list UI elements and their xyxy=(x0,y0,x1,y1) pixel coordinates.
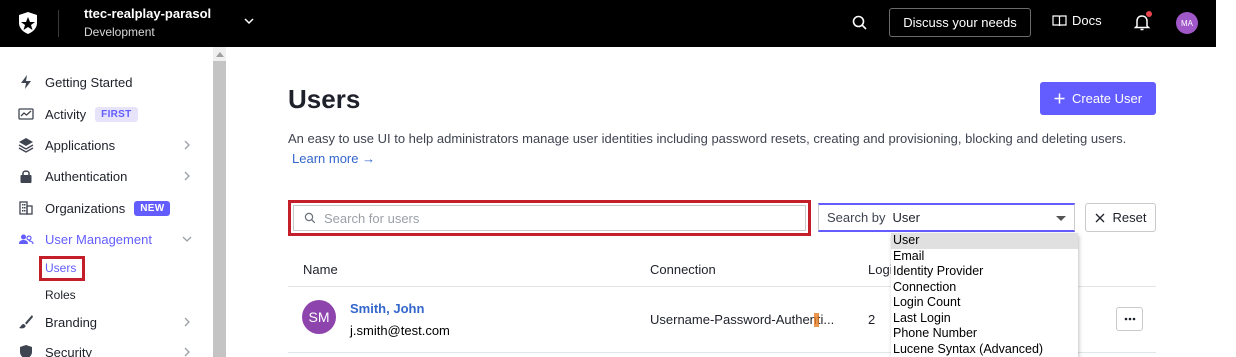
auth0-dashboard: { "topbar": { "tenant_name": "ttec-realp… xyxy=(0,0,1236,357)
reset-label: Reset xyxy=(1112,210,1147,225)
row-actions-button[interactable] xyxy=(1116,307,1143,331)
create-user-label: Create User xyxy=(1071,91,1143,106)
learn-more-link[interactable]: Learn more → xyxy=(292,151,375,166)
search-icon xyxy=(304,212,316,224)
first-badge: FIRST xyxy=(95,106,138,122)
user-avatar[interactable]: MA xyxy=(1176,12,1198,34)
user-row-avatar: SM xyxy=(302,300,336,334)
caret-down-icon xyxy=(1056,216,1066,221)
bolt-icon xyxy=(21,75,31,89)
column-header-name[interactable]: Name xyxy=(303,262,338,277)
scroll-up-arrow-icon[interactable] xyxy=(216,52,224,57)
users-icon xyxy=(19,234,34,245)
sidebar-item-branding[interactable]: Branding xyxy=(18,311,198,333)
plus-icon xyxy=(1054,93,1065,104)
sidebar-item-label: Organizations xyxy=(45,200,126,216)
book-icon xyxy=(1052,15,1067,27)
chevron-down-icon[interactable] xyxy=(243,15,255,27)
dropdown-option[interactable]: Lucene Syntax (Advanced) xyxy=(891,342,1078,357)
lock-icon xyxy=(20,170,32,183)
sidebar-item-label: Getting Started xyxy=(45,74,133,90)
user-email: j.smith@test.com xyxy=(350,323,450,338)
sidebar-item-label: Authentication xyxy=(45,168,128,184)
create-user-button[interactable]: Create User xyxy=(1040,82,1156,115)
dropdown-option[interactable]: User xyxy=(891,233,1078,249)
sidebar-subitem-roles[interactable]: Roles xyxy=(45,288,76,302)
chevron-right-icon xyxy=(184,317,190,327)
brush-icon xyxy=(19,315,33,329)
text-cursor-marker xyxy=(814,313,819,327)
dropdown-option[interactable]: Last Login xyxy=(891,311,1078,327)
discuss-needs-button[interactable]: Discuss your needs xyxy=(889,8,1031,37)
close-icon xyxy=(1095,213,1104,222)
new-badge: NEW xyxy=(134,200,171,216)
search-by-select[interactable]: Search by User xyxy=(818,203,1075,232)
user-name-link[interactable]: Smith, John xyxy=(350,301,424,316)
sidebar-item-label: User Management xyxy=(45,231,152,247)
sidebar-item-activity[interactable]: Activity FIRST xyxy=(18,103,198,125)
dropdown-option[interactable]: Email xyxy=(891,249,1078,265)
top-bar: ttec-realplay-parasol Development Discus… xyxy=(0,0,1216,47)
dropdown-option[interactable]: Identity Provider xyxy=(891,264,1078,280)
search-by-dropdown: User Email Identity Provider Connection … xyxy=(891,233,1078,357)
highlight-box-search xyxy=(288,200,811,236)
docs-label: Docs xyxy=(1072,13,1102,28)
tenant-environment: Development xyxy=(84,25,155,39)
dropdown-option[interactable]: Connection xyxy=(891,280,1078,296)
notification-dot xyxy=(1146,11,1152,17)
user-connection: Username-Password-Authenti... xyxy=(650,312,835,327)
reset-button[interactable]: Reset xyxy=(1085,203,1156,232)
sidebar-item-applications[interactable]: Applications xyxy=(18,134,198,156)
divider xyxy=(58,10,59,37)
search-by-value: User xyxy=(892,210,920,225)
sidebar-item-label: Branding xyxy=(45,314,98,330)
sidebar-item-organizations[interactable]: Organizations NEW xyxy=(18,197,198,219)
docs-link[interactable]: Docs xyxy=(1052,13,1102,28)
column-header-connection[interactable]: Connection xyxy=(650,262,716,277)
search-field[interactable] xyxy=(293,205,806,231)
sidebar-item-security[interactable]: Security xyxy=(18,341,198,357)
dropdown-option[interactable]: Phone Number xyxy=(891,326,1078,342)
page-title: Users xyxy=(288,84,361,114)
sidebar-item-authentication[interactable]: Authentication xyxy=(18,165,198,187)
column-header-logins[interactable]: Logi xyxy=(868,262,893,277)
sidebar-item-label: Security xyxy=(45,344,92,357)
dropdown-option[interactable]: Login Count xyxy=(891,295,1078,311)
chevron-right-icon xyxy=(184,171,190,181)
sidebar-item-label: Applications xyxy=(45,137,116,153)
sidebar-item-user-management[interactable]: User Management xyxy=(18,228,198,250)
building-icon xyxy=(19,201,33,215)
tenant-name[interactable]: ttec-realplay-parasol xyxy=(84,6,211,21)
auth0-logo-icon[interactable] xyxy=(16,11,40,35)
more-horizontal-icon xyxy=(1124,317,1135,321)
chevron-right-icon xyxy=(184,347,190,357)
page-description: An easy to use UI to help administrators… xyxy=(288,131,1127,146)
highlight-box-users xyxy=(39,256,85,281)
user-login-count: 2 xyxy=(868,312,876,327)
search-icon[interactable] xyxy=(850,13,870,33)
search-by-label: Search by xyxy=(827,210,886,225)
chevron-right-icon xyxy=(184,140,190,150)
activity-chart-icon xyxy=(18,108,34,120)
sidebar-item-label: Activity xyxy=(45,106,87,122)
chevron-down-icon xyxy=(182,236,192,242)
sidebar-scroll-thumb[interactable] xyxy=(213,61,226,357)
search-input[interactable] xyxy=(324,210,784,226)
sidebar-item-getting-started[interactable]: Getting Started xyxy=(18,71,198,93)
layers-icon xyxy=(18,138,34,153)
shield-icon xyxy=(20,345,32,357)
